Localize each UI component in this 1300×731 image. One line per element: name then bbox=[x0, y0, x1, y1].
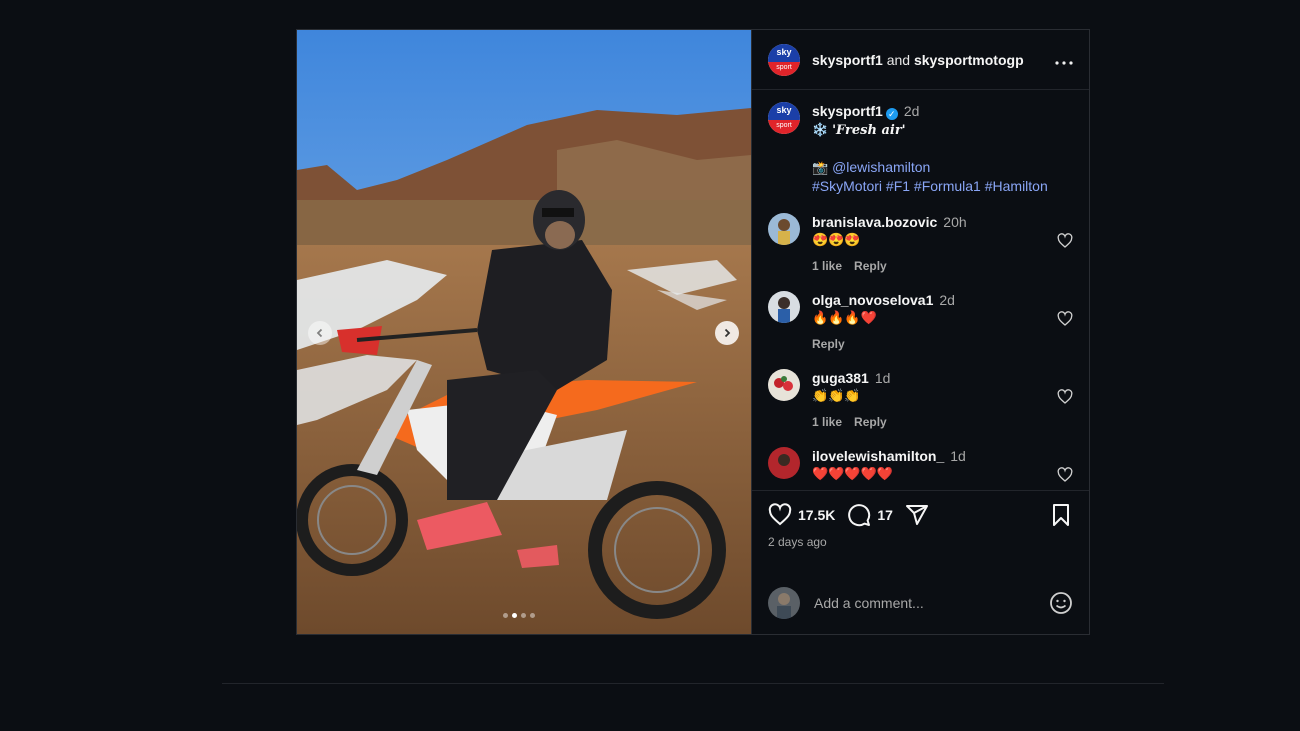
comment-text: 🔥🔥🔥❤️ bbox=[812, 310, 877, 325]
comment-username[interactable]: guga381 bbox=[812, 370, 869, 386]
posted-time[interactable]: 2 days ago bbox=[768, 535, 1073, 549]
comment-time[interactable]: 2d bbox=[939, 292, 955, 308]
carousel-dot bbox=[530, 613, 535, 618]
comment-item: olga_novoselova1 2d 🔥🔥🔥❤️ Reply bbox=[768, 291, 1073, 353]
add-comment-input[interactable] bbox=[812, 593, 1049, 612]
commenter-avatar[interactable] bbox=[768, 291, 800, 323]
comment-likes[interactable]: 1 like bbox=[812, 259, 842, 273]
snowflake-emoji: ❄️ bbox=[812, 122, 829, 137]
comment-time[interactable]: 1d bbox=[875, 370, 891, 386]
mention-link[interactable]: @lewishamilton bbox=[832, 159, 930, 175]
account-avatar[interactable]: sky sport bbox=[768, 43, 800, 76]
heart-icon bbox=[768, 503, 792, 526]
post-dialog: sky sport skysportf1 and skysportmotogp … bbox=[296, 29, 1090, 635]
comment-button[interactable] bbox=[847, 503, 871, 527]
camera-emoji: 📸 bbox=[812, 160, 829, 175]
chevron-left-icon bbox=[316, 328, 323, 338]
share-button[interactable] bbox=[905, 503, 929, 527]
caption-title: 'Fresh air' bbox=[832, 123, 906, 138]
post-authors: skysportf1 and skysportmotogp bbox=[812, 52, 1055, 68]
caption-body: skysportf1 ✓ 2d ❄️ 'Fresh air' 📸 @lewisham… bbox=[812, 102, 1073, 195]
comments-count[interactable]: 17 bbox=[877, 507, 893, 523]
caption-username[interactable]: skysportf1 bbox=[812, 103, 883, 119]
like-comment-icon[interactable] bbox=[1057, 467, 1073, 483]
comment-text: 😍😍😍 bbox=[812, 232, 861, 247]
page-divider bbox=[222, 683, 1164, 684]
caption-avatar[interactable]: sky sport bbox=[768, 102, 800, 134]
send-icon bbox=[905, 505, 928, 525]
post-media[interactable] bbox=[297, 30, 752, 634]
avatar-logo-top: sky bbox=[768, 102, 800, 120]
commenter-avatar[interactable] bbox=[768, 369, 800, 401]
verified-badge-icon: ✓ bbox=[885, 108, 898, 120]
commenter-avatar[interactable] bbox=[768, 447, 800, 479]
comment-item: branislava.bozovic 20h 😍😍😍 1 like Reply bbox=[768, 213, 1073, 275]
comment-text: 👏👏👏 bbox=[812, 388, 861, 403]
carousel-dot bbox=[521, 613, 526, 618]
reply-button[interactable]: Reply bbox=[854, 415, 887, 429]
chevron-right-icon bbox=[724, 328, 731, 338]
comment-likes[interactable]: 1 like bbox=[812, 415, 842, 429]
author-link-1[interactable]: skysportf1 bbox=[812, 52, 883, 68]
hashtags-link[interactable]: #SkyMotori #F1 #Formula1 #Hamilton bbox=[812, 177, 1073, 195]
save-button[interactable] bbox=[1049, 503, 1073, 527]
author-joiner: and bbox=[886, 51, 911, 68]
comment-bubble-icon bbox=[848, 504, 871, 527]
more-horizontal-icon bbox=[1055, 61, 1073, 65]
caption: sky sport skysportf1 ✓ 2d ❄️ 'Fresh air' 📸… bbox=[768, 102, 1073, 195]
author-link-2[interactable]: skysportmotogp bbox=[914, 52, 1024, 68]
avatar-logo-bottom: sport bbox=[768, 120, 800, 134]
comment-item: guga381 1d 👏👏👏 1 like Reply bbox=[768, 369, 1073, 431]
comment-username[interactable]: branislava.bozovic bbox=[812, 214, 937, 230]
comments-list[interactable]: sky sport skysportf1 ✓ 2d ❄️ 'Fresh air' 📸… bbox=[752, 90, 1089, 490]
emoji-button[interactable] bbox=[1049, 591, 1073, 615]
carousel-dot bbox=[503, 613, 508, 618]
post-photo bbox=[297, 30, 751, 634]
post-actions: 17.5K 17 2 days ago bbox=[752, 490, 1089, 570]
avatar-logo-top: sky bbox=[768, 43, 800, 62]
add-comment-bar bbox=[752, 570, 1089, 634]
comment-time[interactable]: 1d bbox=[950, 448, 966, 464]
commenter-avatar[interactable] bbox=[768, 213, 800, 245]
avatar-logo-bottom: sport bbox=[768, 61, 800, 76]
like-button[interactable] bbox=[768, 503, 792, 527]
post-side-panel: sky sport skysportf1 and skysportmotogp … bbox=[752, 30, 1089, 634]
comment-username[interactable]: olga_novoselova1 bbox=[812, 292, 933, 308]
emoji-smiley-icon bbox=[1050, 591, 1072, 614]
comment-time[interactable]: 20h bbox=[943, 214, 966, 230]
caption-time[interactable]: 2d bbox=[904, 103, 920, 119]
like-comment-icon[interactable] bbox=[1057, 311, 1073, 327]
bookmark-icon bbox=[1053, 504, 1069, 526]
post-header: sky sport skysportf1 and skysportmotogp bbox=[752, 30, 1089, 90]
carousel-prev-button[interactable] bbox=[308, 321, 332, 345]
carousel-next-button[interactable] bbox=[715, 321, 739, 345]
more-options-button[interactable] bbox=[1055, 49, 1073, 70]
likes-count[interactable]: 17.5K bbox=[798, 507, 835, 523]
carousel-dot-active bbox=[512, 613, 517, 618]
comment-item: ilovelewishamilton_ 1d ❤️❤️❤️❤️❤️ bbox=[768, 447, 1073, 483]
comment-username[interactable]: ilovelewishamilton_ bbox=[812, 448, 944, 464]
reply-button[interactable]: Reply bbox=[854, 259, 887, 273]
reply-button[interactable]: Reply bbox=[812, 337, 845, 351]
comment-text: ❤️❤️❤️❤️❤️ bbox=[812, 466, 893, 481]
carousel-indicator bbox=[503, 613, 535, 618]
like-comment-icon[interactable] bbox=[1057, 233, 1073, 249]
like-comment-icon[interactable] bbox=[1057, 389, 1073, 405]
current-user-avatar bbox=[768, 586, 800, 619]
